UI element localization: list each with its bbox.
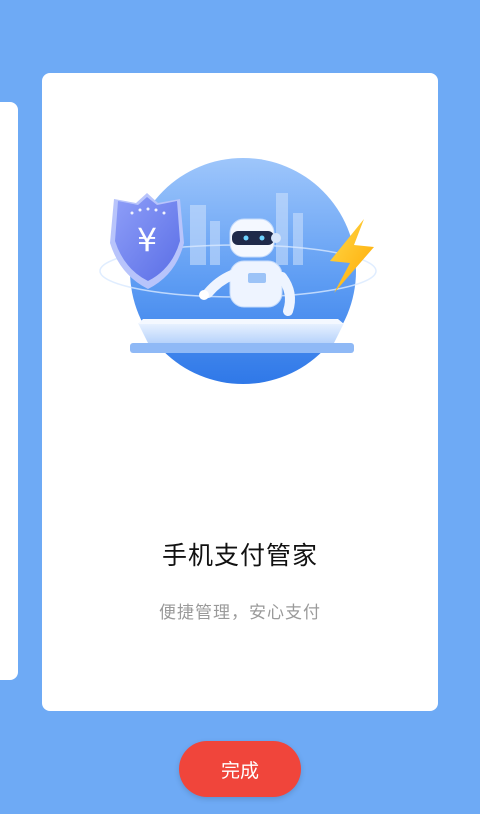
previous-card-edge — [0, 102, 18, 680]
desk-icon — [130, 319, 354, 353]
payment-illustration: ¥ — [99, 158, 377, 384]
onboarding-card: ¥ 手机支付管家 便捷管理，安心支付 — [42, 73, 438, 711]
page-subtitle: 便捷管理，安心支付 — [159, 603, 321, 623]
done-button[interactable]: 完成 — [179, 741, 301, 797]
page-title: 手机支付管家 — [161, 541, 318, 570]
shield-yen-symbol: ¥ — [137, 221, 157, 259]
